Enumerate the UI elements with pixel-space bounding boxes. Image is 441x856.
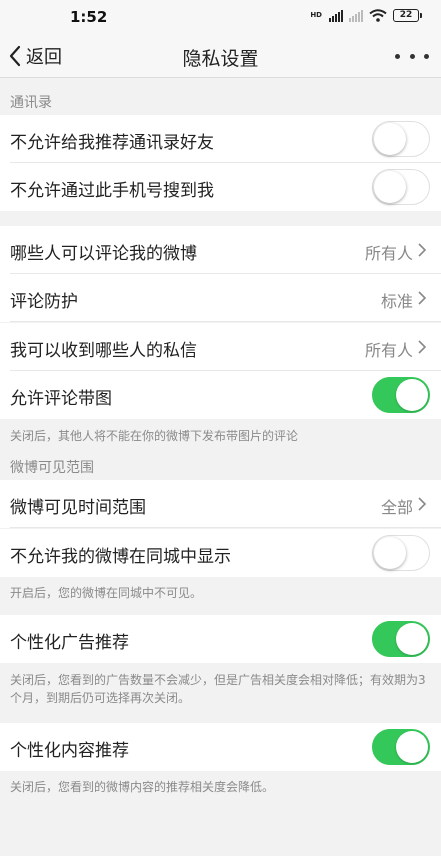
toggle-knob <box>374 537 406 569</box>
row-value: 所有人 <box>364 341 413 360</box>
toggle-knob <box>396 379 428 411</box>
status-icons: HD 22 <box>310 9 422 22</box>
row-label: 微博可见时间范围 <box>10 498 146 518</box>
row-value: 所有人 <box>364 244 413 263</box>
row-label: 个性化广告推荐 <box>10 633 129 653</box>
toggle-knob <box>374 123 406 155</box>
nav-bar: 返回 隐私设置 <box>0 34 441 78</box>
note-comment-images: 关闭后，其他人将不能在你的微博下发布带图片的评论 <box>10 429 299 443</box>
row-who-can-message[interactable]: 我可以收到哪些人的私信 所有人 <box>0 323 441 371</box>
wifi-icon <box>369 9 387 22</box>
toggle-knob <box>374 171 406 203</box>
row-label: 不允许给我推荐通讯录好友 <box>10 133 214 153</box>
status-bar: 1:52 HD 22 <box>0 0 441 34</box>
note-content: 关闭后，您看到的微博内容的推荐相关度会降低。 <box>10 780 275 794</box>
page-title: 隐私设置 <box>182 48 259 70</box>
status-time: 1:52 <box>70 8 108 26</box>
section-header-contacts: 通讯录 <box>10 95 52 111</box>
note-ads: 关闭后，您看到的广告数量不会减少，但是广告相关度会相对降低；有效期为3个月，到期… <box>10 673 426 705</box>
row-no-search-by-phone: 不允许通过此手机号搜到我 <box>0 163 441 211</box>
row-hide-in-local: 不允许我的微博在同城中显示 <box>0 529 441 577</box>
toggle-allow-comment-images[interactable] <box>372 377 430 413</box>
row-label: 个性化内容推荐 <box>10 741 129 761</box>
toggle-knob <box>396 731 428 763</box>
row-value: 标准 <box>380 292 413 311</box>
row-label: 评论防护 <box>10 292 78 312</box>
row-personalized-ads: 个性化广告推荐 <box>0 615 441 663</box>
chevron-right-icon <box>418 291 427 305</box>
more-icon[interactable] <box>395 44 429 68</box>
row-label: 不允许通过此手机号搜到我 <box>10 181 214 201</box>
toggle-no-search-by-phone[interactable] <box>372 169 430 205</box>
signal-secondary-icon <box>349 9 363 22</box>
signal-icon <box>329 9 343 22</box>
row-label: 不允许我的微博在同城中显示 <box>10 547 231 567</box>
row-value: 全部 <box>380 498 413 517</box>
chevron-right-icon <box>418 340 427 354</box>
row-who-can-comment[interactable]: 哪些人可以评论我的微博 所有人 <box>0 226 441 274</box>
row-label: 允许评论带图 <box>10 389 112 409</box>
section-header-visibility: 微博可见范围 <box>10 460 94 476</box>
row-label: 我可以收到哪些人的私信 <box>10 341 197 361</box>
chevron-right-icon <box>418 497 427 511</box>
hd-label: HD <box>310 11 322 19</box>
battery-level: 22 <box>399 10 413 20</box>
chevron-right-icon <box>418 243 427 257</box>
toggle-no-recommend-contacts[interactable] <box>372 121 430 157</box>
row-comment-protection[interactable]: 评论防护 标准 <box>0 274 441 322</box>
note-local: 开启后，您的微博在同城中不可见。 <box>10 586 203 600</box>
toggle-hide-in-local[interactable] <box>372 535 430 571</box>
row-no-recommend-contacts: 不允许给我推荐通讯录好友 <box>0 115 441 163</box>
toggle-personalized-content[interactable] <box>372 729 430 765</box>
toggle-knob <box>396 623 428 655</box>
toggle-personalized-ads[interactable] <box>372 621 430 657</box>
row-label: 哪些人可以评论我的微博 <box>10 244 197 264</box>
row-allow-comment-images: 允许评论带图 <box>0 371 441 419</box>
row-visible-time-range[interactable]: 微博可见时间范围 全部 <box>0 480 441 528</box>
battery-icon: 22 <box>393 9 422 22</box>
row-personalized-content: 个性化内容推荐 <box>0 723 441 771</box>
